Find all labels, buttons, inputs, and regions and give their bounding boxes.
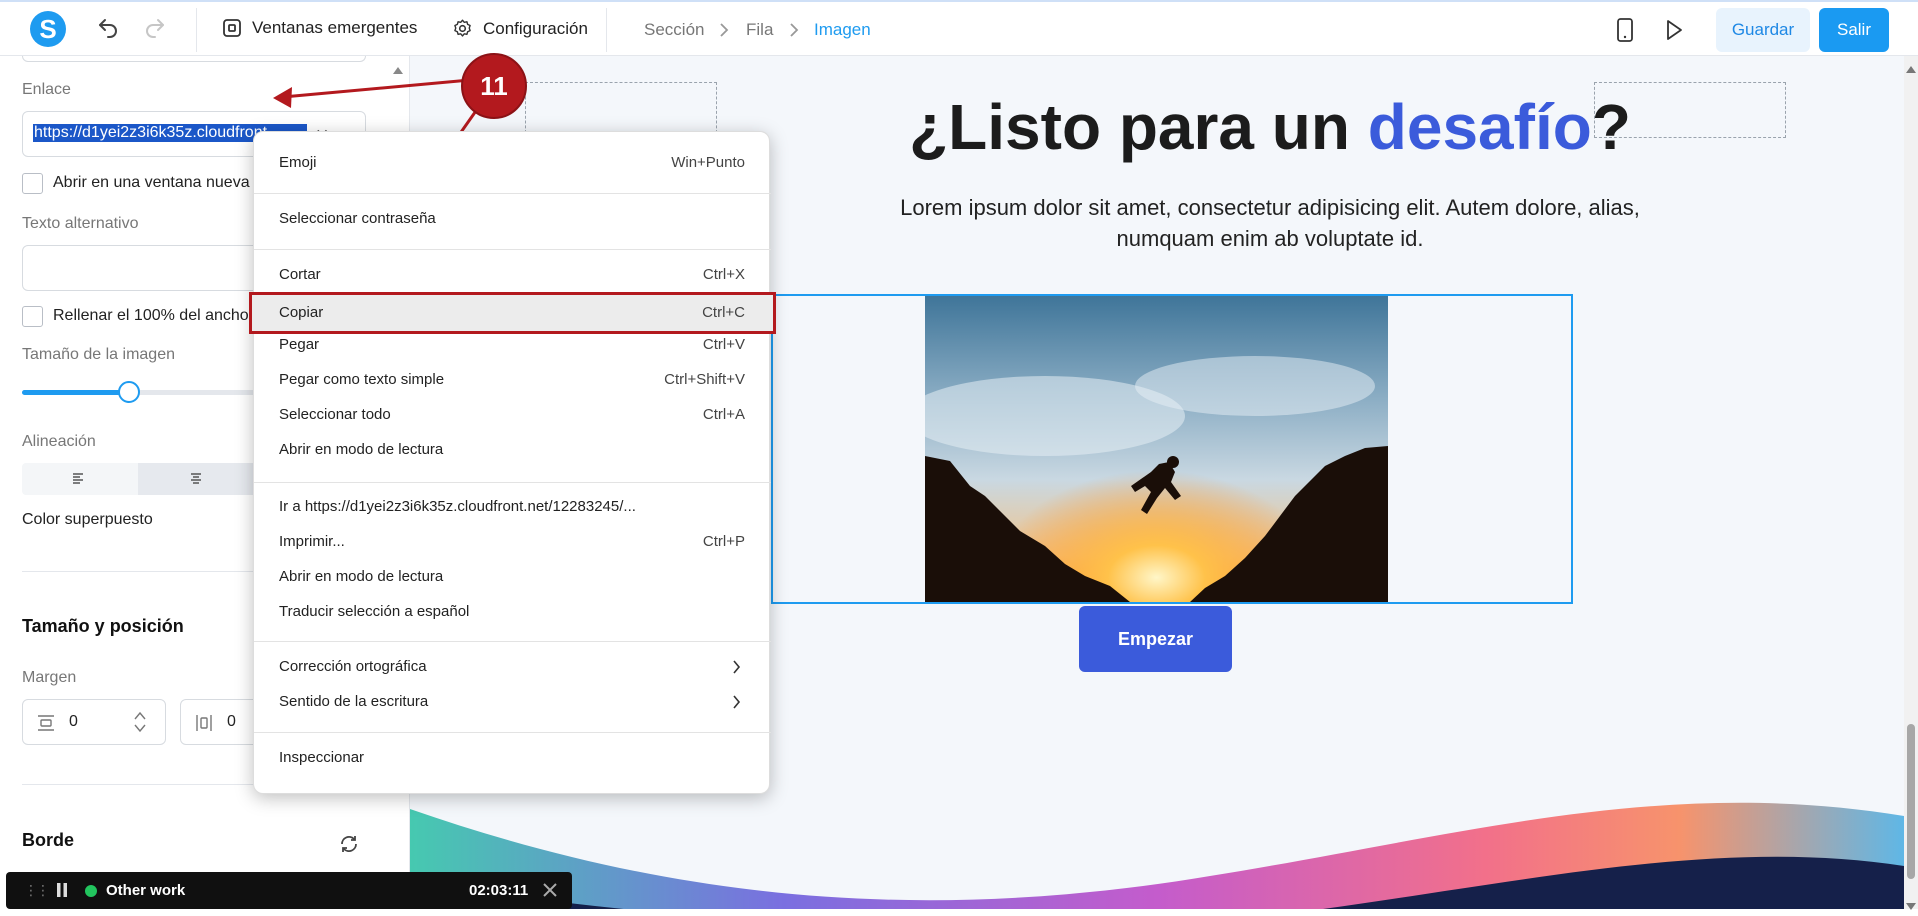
menu-item-label: Seleccionar todo <box>279 406 391 423</box>
close-icon[interactable] <box>542 882 558 903</box>
menu-item-select-all[interactable]: Seleccionar todo Ctrl+A <box>254 398 771 432</box>
chevron-right-icon <box>732 660 741 678</box>
menu-item-paste[interactable]: Pegar Ctrl+V <box>254 328 771 362</box>
drag-handle-icon[interactable]: ⋮⋮ <box>24 882 50 899</box>
menu-item-shortcut: Ctrl+Shift+V <box>664 371 745 388</box>
status-dot <box>85 885 97 897</box>
timer-task-label: Other work <box>106 882 186 899</box>
menu-item-shortcut: Ctrl+P <box>702 533 745 550</box>
menu-item-label: Copiar <box>279 304 324 321</box>
chevron-right-icon <box>732 695 741 713</box>
menu-item-label: Abrir en modo de lectura <box>279 568 444 585</box>
menu-item-label: Corrección ortográfica <box>279 658 427 675</box>
menu-item-spellcheck[interactable]: Corrección ortográfica <box>254 650 771 684</box>
menu-item-translate[interactable]: Traducir selección a español <box>254 595 771 629</box>
menu-item-label: Cortar <box>279 266 321 283</box>
menu-item-label: Ir a https://d1yei2z3i6k35z.cloudfront.n… <box>279 498 636 515</box>
menu-item-label: Pegar <box>279 336 320 353</box>
menu-item-label: Imprimir... <box>279 533 345 550</box>
menu-item-shortcut: Ctrl+X <box>702 266 745 283</box>
menu-item-shortcut: Ctrl+C <box>702 304 745 321</box>
menu-item-label: Traducir selección a español <box>279 603 470 620</box>
menu-item-label: Pegar como texto simple <box>279 371 445 388</box>
menu-item-reading-mode[interactable]: Abrir en modo de lectura <box>254 433 771 467</box>
time-tracker-bar: ⋮⋮ Other work 02:03:11 <box>6 872 572 909</box>
pause-icon[interactable] <box>56 882 68 903</box>
menu-item-paste-plain[interactable]: Pegar como texto simple Ctrl+Shift+V <box>254 363 771 397</box>
menu-item-label: Inspeccionar <box>279 749 365 766</box>
menu-item-shortcut: Win+Punto <box>671 154 745 171</box>
menu-item-cut[interactable]: Cortar Ctrl+X <box>254 258 771 292</box>
menu-item-reading-mode-2[interactable]: Abrir en modo de lectura <box>254 560 771 594</box>
timer-time: 02:03:11 <box>469 882 529 899</box>
menu-item-label: Sentido de la escritura <box>279 693 429 710</box>
menu-item-go-to-url[interactable]: Ir a https://d1yei2z3i6k35z.cloudfront.n… <box>254 490 771 524</box>
menu-item-inspect[interactable]: Inspeccionar <box>254 741 771 775</box>
menu-item-print[interactable]: Imprimir... Ctrl+P <box>254 525 771 559</box>
menu-item-shortcut: Ctrl+V <box>702 336 745 353</box>
menu-item-writing-direction[interactable]: Sentido de la escritura <box>254 685 771 719</box>
menu-item-label: Emoji <box>279 154 317 171</box>
menu-item-copy[interactable]: Copiar Ctrl+C <box>249 292 776 334</box>
menu-item-label: Seleccionar contraseña <box>279 210 436 227</box>
menu-item-shortcut: Ctrl+A <box>702 406 745 423</box>
context-menu: Emoji Win+Punto Seleccionar contraseña Co… <box>249 131 776 794</box>
menu-item-label: Abrir en modo de lectura <box>279 441 444 458</box>
menu-item-emoji[interactable]: Emoji Win+Punto <box>254 146 771 180</box>
menu-item-select-password[interactable]: Seleccionar contraseña <box>254 202 771 236</box>
step-number-badge: 11 <box>480 71 508 101</box>
